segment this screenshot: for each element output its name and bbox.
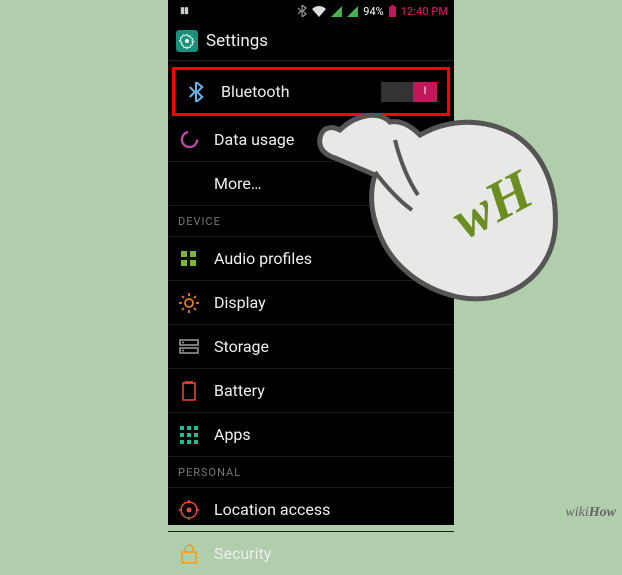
wh-logo: wH: [442, 158, 544, 251]
row-location-access[interactable]: Location access: [168, 488, 454, 532]
data-usage-icon: [178, 130, 200, 149]
battery-menu-icon: [178, 381, 200, 401]
apps-icon: [178, 426, 200, 444]
phone-frame: ▮▮ 94% 12:40 PM Settings Bluetooth I Dat…: [168, 0, 454, 525]
row-storage[interactable]: Storage: [168, 325, 454, 369]
bluetooth-toggle[interactable]: I: [381, 82, 437, 102]
toggle-knob: I: [413, 82, 437, 102]
display-icon: [178, 293, 200, 313]
row-label: Bluetooth: [221, 82, 367, 101]
row-audio-profiles[interactable]: Audio profiles: [168, 237, 454, 281]
title-bar: Settings: [168, 22, 454, 61]
row-battery[interactable]: Battery: [168, 369, 454, 413]
row-label: Data usage: [214, 130, 444, 149]
storage-icon: [178, 339, 200, 355]
row-label: Security: [214, 544, 444, 563]
battery-percent: 94%: [363, 5, 383, 18]
row-label: Battery: [214, 381, 444, 400]
bluetooth-icon: [185, 82, 207, 102]
row-security[interactable]: Security: [168, 532, 454, 575]
row-data-usage[interactable]: Data usage: [168, 118, 454, 162]
settings-list: Bluetooth I Data usage More… DEVICE Audi…: [168, 67, 454, 575]
row-label: More…: [214, 174, 444, 193]
section-personal: PERSONAL: [168, 457, 454, 488]
settings-app-icon: [176, 30, 198, 52]
signal-icon-2: [347, 6, 358, 17]
section-device: DEVICE: [168, 206, 454, 237]
signal-icon-1: [331, 6, 342, 17]
page-title: Settings: [206, 31, 268, 51]
row-label: Apps: [214, 425, 444, 444]
row-display[interactable]: Display: [168, 281, 454, 325]
row-bluetooth[interactable]: Bluetooth I: [175, 70, 447, 113]
highlight-box: Bluetooth I: [172, 67, 450, 116]
sim-indicator: ▮▮: [180, 6, 188, 16]
row-more[interactable]: More…: [168, 162, 454, 206]
location-icon: [178, 500, 200, 520]
clock: 12:40 PM: [401, 5, 448, 18]
row-apps[interactable]: Apps: [168, 413, 454, 457]
row-label: Location access: [214, 500, 444, 519]
battery-icon: [389, 5, 396, 17]
wifi-icon: [312, 6, 326, 17]
audio-profiles-icon: [178, 250, 200, 268]
bluetooth-status-icon: [297, 5, 307, 17]
row-label: Audio profiles: [214, 249, 444, 268]
watermark: wikiHow: [565, 505, 616, 521]
security-icon: [178, 544, 200, 564]
status-bar: ▮▮ 94% 12:40 PM: [168, 0, 454, 22]
row-label: Storage: [214, 337, 444, 356]
row-label: Display: [214, 293, 444, 312]
